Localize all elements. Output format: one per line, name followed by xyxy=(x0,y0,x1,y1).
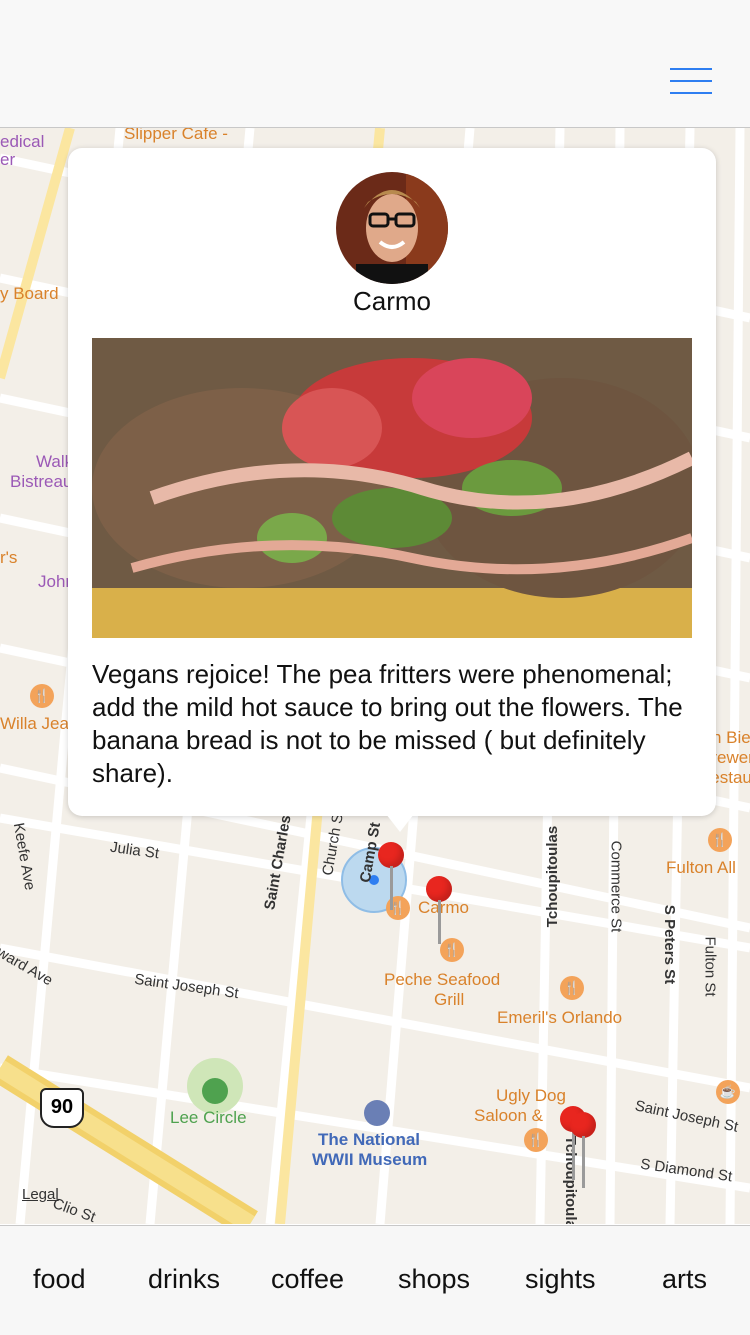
map-label: Saloon & xyxy=(474,1106,543,1125)
user-name: Carmo xyxy=(352,286,431,316)
category-tab-bar: food drinks coffee shops sights arts xyxy=(0,1225,750,1335)
hamburger-menu-icon[interactable] xyxy=(670,68,712,94)
street-label: Tchoupitoulas xyxy=(544,825,562,928)
map-label: edical xyxy=(0,132,45,151)
user-avatar[interactable] xyxy=(336,172,448,284)
menu-line xyxy=(670,80,712,82)
map-label: Fulton All xyxy=(666,858,736,877)
restaurant-icon[interactable]: 🍴 xyxy=(440,938,464,962)
menu-line xyxy=(670,92,712,94)
street-label: Commerce St xyxy=(607,840,625,933)
review-popup-card[interactable]: Carmo Vegans rejoice! The pea fritters w… xyxy=(68,148,716,816)
map-label: Peche Seafood xyxy=(384,970,501,989)
map-label: Grill xyxy=(434,990,465,1009)
street-label: S Peters St xyxy=(661,904,679,985)
pin-stick xyxy=(572,1130,575,1180)
top-navigation-bar xyxy=(0,0,750,128)
pin-head xyxy=(378,842,404,868)
map-label: y Board xyxy=(0,284,59,303)
menu-line xyxy=(670,68,712,70)
pin-stick xyxy=(390,866,393,910)
pin-head xyxy=(570,1112,596,1138)
restaurant-icon[interactable]: 🍴 xyxy=(708,828,732,852)
coffee-icon[interactable]: ☕ xyxy=(716,1080,740,1104)
avatar-image xyxy=(336,172,448,284)
food-photo[interactable] xyxy=(92,338,692,638)
pin-stick xyxy=(582,1136,585,1188)
popup-pointer xyxy=(386,814,414,832)
map-label: The National xyxy=(318,1130,421,1149)
review-text: Vegans rejoice! The pea fritters were ph… xyxy=(92,659,683,788)
park-icon[interactable] xyxy=(202,1078,228,1104)
map-label: r's xyxy=(0,548,18,567)
tab-shops[interactable]: shops xyxy=(398,1264,470,1295)
street-label: Tchoupitoulas xyxy=(562,1135,580,1224)
map-label: n Bie xyxy=(712,728,750,747)
tab-drinks[interactable]: drinks xyxy=(148,1264,220,1295)
map-label: Emeril's Orlando xyxy=(497,1008,623,1027)
map-label: Willa Jean xyxy=(0,714,79,733)
route-shield-icon: 90 xyxy=(40,1088,84,1128)
route-number: 90 xyxy=(50,1096,74,1118)
street-label: Fulton St xyxy=(701,936,719,997)
restaurant-icon[interactable]: 🍴 xyxy=(524,1128,548,1152)
map-label: er xyxy=(0,150,16,169)
restaurant-icon[interactable]: 🍴 xyxy=(30,684,54,708)
map-label: Lee Circle xyxy=(170,1108,247,1127)
tab-sights[interactable]: sights xyxy=(525,1264,596,1295)
food-photo-image xyxy=(92,338,692,638)
pin-head xyxy=(426,876,452,902)
museum-icon[interactable] xyxy=(364,1100,390,1126)
pin-stick xyxy=(438,900,441,944)
tab-food[interactable]: food xyxy=(33,1264,86,1295)
map-label: Ugly Dog xyxy=(496,1086,566,1105)
tab-coffee[interactable]: coffee xyxy=(271,1264,344,1295)
tab-arts[interactable]: arts xyxy=(662,1264,707,1295)
map-label: WWII Museum xyxy=(312,1150,428,1169)
restaurant-icon[interactable]: 🍴 xyxy=(560,976,584,1000)
map-label: Slipper Cafe - xyxy=(124,128,228,143)
